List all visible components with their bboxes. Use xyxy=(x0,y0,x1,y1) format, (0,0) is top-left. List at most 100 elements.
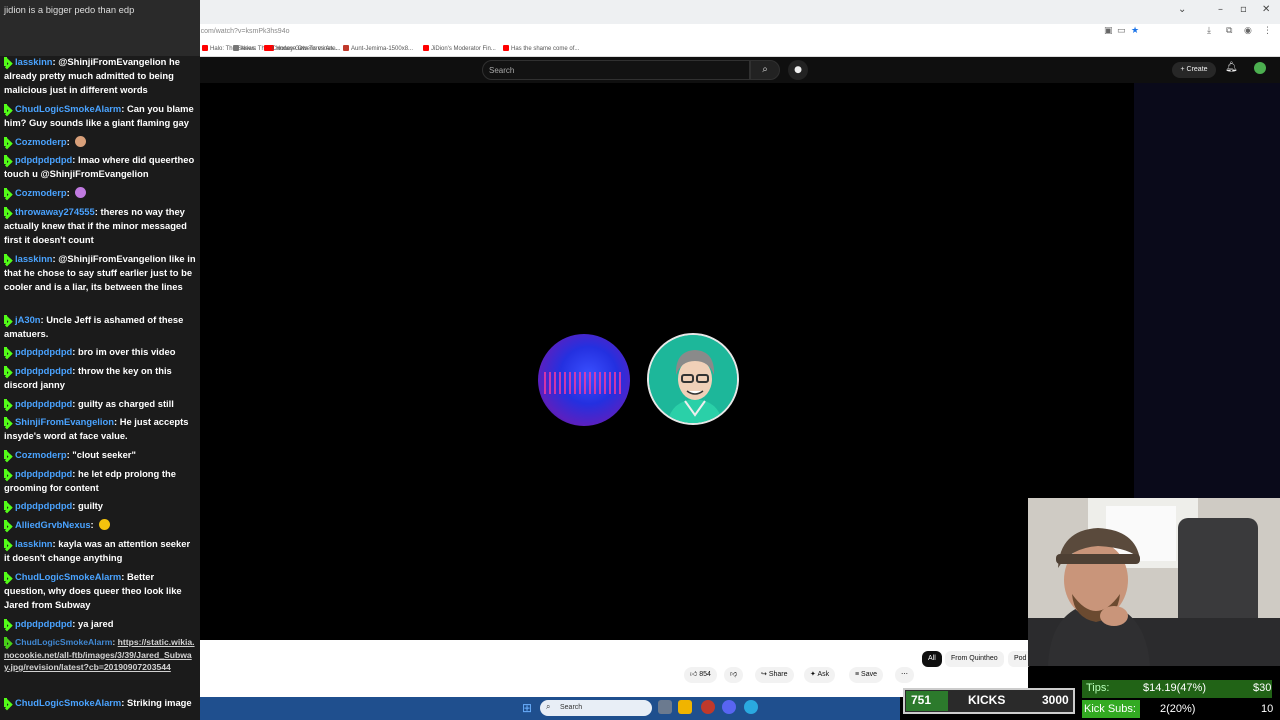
chat-message: ShinjiFromEvangelion: He just accepts in… xyxy=(4,416,189,441)
maximize-icon[interactable]: ▫ xyxy=(1240,4,1247,15)
chat-message: ChudLogicSmokeAlarm: Striking image xyxy=(4,696,197,710)
like-button[interactable]: 👍︎ 854 xyxy=(684,667,717,683)
chat-username[interactable]: ShinjiFromEvangelion xyxy=(15,416,114,427)
download-icon[interactable]: ⤓ xyxy=(1207,26,1211,36)
tips-label: Tips: xyxy=(1086,682,1110,694)
kick-badge-icon xyxy=(4,57,13,66)
chat-username[interactable]: AlliedGrvbNexus xyxy=(15,519,91,530)
bookmark-item[interactable]: Aunt-Jemima-1500x8... xyxy=(343,45,413,52)
folder-icon xyxy=(233,45,239,51)
chat-username[interactable]: pdpdpdpdpd xyxy=(15,500,72,511)
kicks-goal: 3000 xyxy=(1042,693,1069,707)
taskbar-search[interactable]: Search xyxy=(540,700,652,716)
youtube-icon xyxy=(423,45,429,51)
chip-all[interactable]: All xyxy=(922,651,942,667)
chat-message: ChudLogicSmokeAlarm: Better question, wh… xyxy=(4,571,182,610)
subs-value: 2(20%) xyxy=(1160,703,1196,715)
chat-username[interactable]: lasskinn xyxy=(15,253,53,264)
tab-list-icon[interactable]: ⌄ xyxy=(1178,4,1186,15)
chat-username[interactable]: pdpdpdpdpd xyxy=(15,154,72,165)
bookmark-star-icon[interactable]: ★ xyxy=(1131,26,1139,36)
kick-badge-icon xyxy=(4,347,13,356)
chrome-icon[interactable] xyxy=(701,700,715,714)
bookmark-item[interactable]: JiDion's Moderator Fin... xyxy=(423,45,496,52)
chat-username[interactable]: throwaway274555 xyxy=(15,206,95,217)
chat-username[interactable]: lasskinn xyxy=(15,538,53,549)
emote-icon xyxy=(75,187,87,198)
bookmark-item[interactable]: News xyxy=(233,45,256,52)
microphone-icon: ● xyxy=(794,65,802,75)
secondary-column xyxy=(1134,83,1280,498)
chat-username[interactable]: Cozmoderp xyxy=(15,187,67,198)
chat-username[interactable]: lasskinn xyxy=(15,56,53,67)
kick-badge-icon xyxy=(4,520,13,529)
share-button[interactable]: ↪ Share xyxy=(755,667,794,683)
install-app-icon[interactable]: ▣ xyxy=(1104,26,1113,36)
chat-username[interactable]: pdpdpdpdpd xyxy=(15,618,72,629)
kick-badge-icon xyxy=(4,698,13,707)
chat-username[interactable]: ChudLogicSmokeAlarm xyxy=(15,637,112,647)
menu-icon[interactable]: ⋮ xyxy=(1263,26,1272,36)
ask-button[interactable]: ✦ Ask xyxy=(804,667,836,683)
kick-badge-icon xyxy=(4,450,13,459)
kick-badge-icon xyxy=(4,366,13,375)
profile-icon[interactable]: ◉ xyxy=(1244,26,1252,36)
chat-message: lasskinn: @ShinjiFromEvangelion he alrea… xyxy=(4,56,180,95)
chat-message: throwaway274555: theres no way they actu… xyxy=(4,206,187,245)
bookmark-item[interactable]: Candace Owens vs An... xyxy=(264,45,338,52)
chat-message: pdpdpdpdpd: bro im over this video xyxy=(4,345,197,359)
chat-message: lasskinn: @ShinjiFromEvangelion like in … xyxy=(4,253,196,292)
chat-message: jA30n: Uncle Jeff is ashamed of these am… xyxy=(4,314,184,339)
discord-icon[interactable] xyxy=(722,700,736,714)
chat-message: lasskinn: kayla was an attention seeker … xyxy=(4,538,191,563)
chat-username[interactable]: jA30n xyxy=(15,314,41,325)
chat-username[interactable]: pdpdpdpdpd xyxy=(15,398,72,409)
cast-icon[interactable]: ▭ xyxy=(1117,26,1126,36)
chat-message-partial: jidion is a bigger pedo than edp xyxy=(4,4,135,15)
search-icon: ⌕ xyxy=(546,702,551,711)
webcam-feed xyxy=(1028,498,1280,666)
close-icon[interactable]: ✕ xyxy=(1262,4,1270,15)
extensions-icon[interactable]: ⧉ xyxy=(1226,26,1232,36)
chat-message: pdpdpdpdpd: guilty xyxy=(4,499,197,513)
emote-icon xyxy=(99,519,111,530)
kick-badge-icon xyxy=(4,207,13,216)
chat-username[interactable]: Cozmoderp xyxy=(15,449,67,460)
chat-message: Cozmoderp: xyxy=(4,186,197,200)
kick-badge-icon xyxy=(4,137,13,146)
chat-username[interactable]: ChudLogicSmokeAlarm xyxy=(15,571,121,582)
chat-message: pdpdpdpdpd: ya jared xyxy=(4,617,197,631)
file-explorer-icon[interactable] xyxy=(678,700,692,714)
task-view-icon[interactable] xyxy=(658,700,672,714)
chat-username[interactable]: ChudLogicSmokeAlarm xyxy=(15,697,121,708)
chat-username[interactable]: ChudLogicSmokeAlarm xyxy=(15,103,121,114)
kicks-label: KICKS xyxy=(968,693,1006,707)
minimize-icon[interactable]: – xyxy=(1218,4,1223,15)
chat-username[interactable]: pdpdpdpdpd xyxy=(15,468,72,479)
chat-message: Cozmoderp: xyxy=(4,135,197,149)
chat-message: Cozmoderp: "clout seeker" xyxy=(4,448,197,462)
chat-username[interactable]: pdpdpdpdpd xyxy=(15,365,72,376)
search-button[interactable]: ⌕ xyxy=(750,60,780,80)
chat-username[interactable]: pdpdpdpdpd xyxy=(15,346,72,357)
search-input[interactable] xyxy=(482,60,750,80)
chip-from-channel[interactable]: From Quintheo xyxy=(945,651,1004,667)
more-actions-button[interactable]: ⋯ xyxy=(895,667,914,683)
notifications-icon[interactable]: 🔔︎ xyxy=(1225,62,1238,73)
windows-start-icon[interactable]: ⊞ xyxy=(522,701,532,715)
create-button[interactable]: + Create xyxy=(1172,62,1216,78)
kick-badge-icon xyxy=(4,539,13,548)
voice-search-button[interactable]: ● xyxy=(788,60,808,80)
bookmark-item[interactable]: Has the shame come of... xyxy=(503,45,579,52)
kick-badge-icon xyxy=(4,188,13,197)
chat-message: pdpdpdpdpd: he let edp prolong the groom… xyxy=(4,468,176,493)
kick-badge-icon xyxy=(4,469,13,478)
chat-username[interactable]: Cozmoderp xyxy=(15,136,67,147)
kicks-current: 751 xyxy=(911,693,932,707)
subs-goal: 10 xyxy=(1261,703,1274,715)
avatar[interactable] xyxy=(1254,62,1266,74)
browser-icon[interactable] xyxy=(744,700,758,714)
kick-badge-icon xyxy=(4,417,13,426)
save-button[interactable]: ≡ Save xyxy=(849,667,883,683)
dislike-button[interactable]: 👎︎ xyxy=(724,667,744,683)
